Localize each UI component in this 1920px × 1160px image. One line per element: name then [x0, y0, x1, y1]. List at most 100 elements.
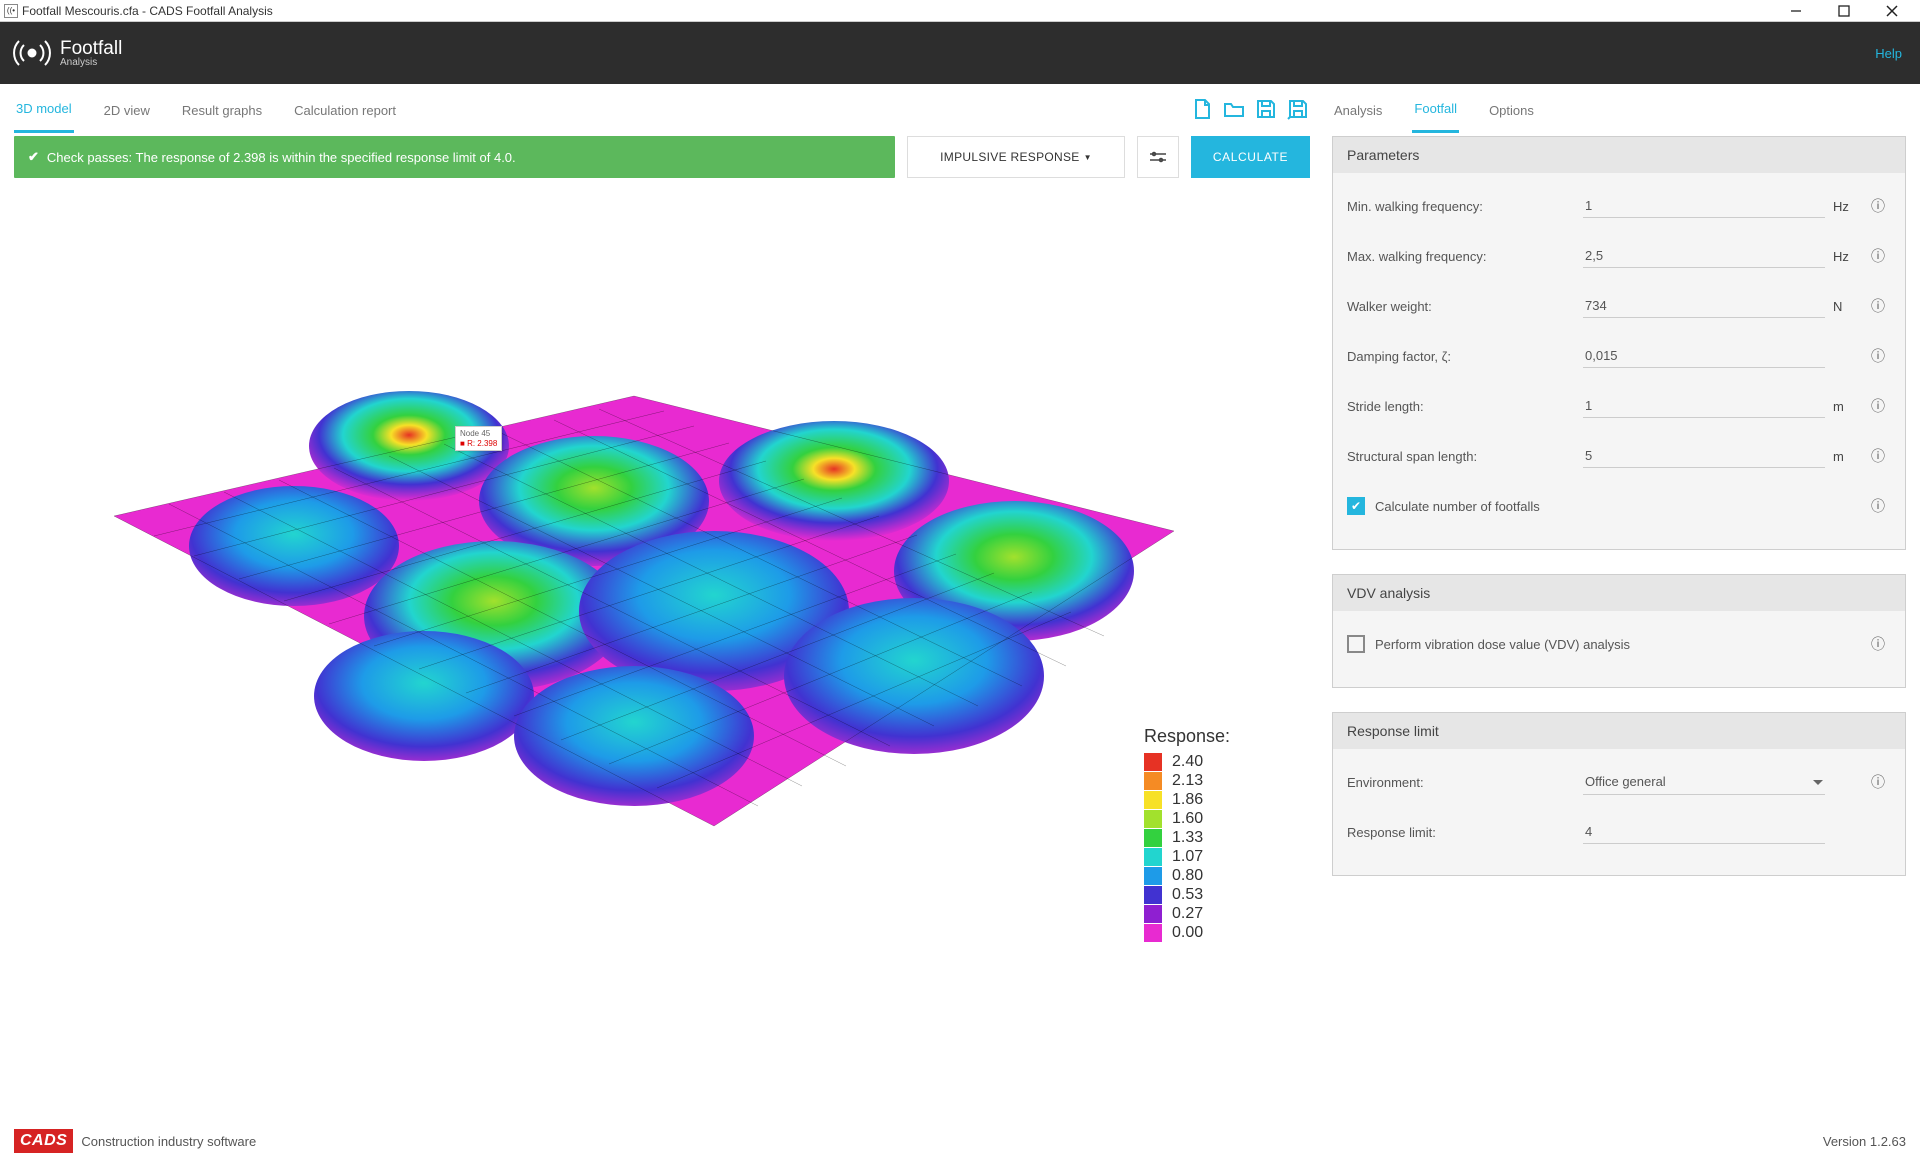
tab-calculation-report[interactable]: Calculation report	[292, 89, 398, 132]
tab-options[interactable]: Options	[1487, 89, 1536, 132]
legend-row: 1.33	[1144, 829, 1230, 847]
response-limit-row: Response limit: 4	[1347, 807, 1891, 857]
param-input[interactable]: 2,5	[1583, 244, 1825, 268]
tab-2d-view[interactable]: 2D view	[102, 89, 152, 132]
mesh-surface	[74, 336, 1214, 896]
vdv-title: VDV analysis	[1333, 575, 1905, 611]
param-label: Structural span length:	[1347, 449, 1583, 464]
legend-swatch	[1144, 867, 1162, 885]
param-input[interactable]: 1	[1583, 394, 1825, 418]
param-input[interactable]: 1	[1583, 194, 1825, 218]
tab-result-graphs[interactable]: Result graphs	[180, 89, 264, 132]
legend-row: 0.53	[1144, 886, 1230, 904]
param-row: Max. walking frequency:2,5Hz	[1347, 231, 1891, 281]
info-icon[interactable]	[1865, 196, 1891, 216]
3d-viewport[interactable]: Node 45 ■ R: 2.398 Response: 2.402.131.8…	[14, 186, 1310, 1122]
environment-select[interactable]: Office general	[1583, 770, 1825, 795]
legend-swatch	[1144, 829, 1162, 847]
param-label: Walker weight:	[1347, 299, 1583, 314]
color-legend: Response: 2.402.131.861.601.331.070.800.…	[1144, 726, 1230, 943]
param-label: Max. walking frequency:	[1347, 249, 1583, 264]
param-input[interactable]: 5	[1583, 444, 1825, 468]
status-text: Check passes: The response of 2.398 is w…	[47, 150, 516, 165]
info-icon[interactable]	[1865, 496, 1891, 516]
info-icon[interactable]	[1865, 772, 1891, 792]
environment-label: Environment:	[1347, 775, 1583, 790]
open-file-icon[interactable]	[1222, 96, 1246, 125]
version-label: Version 1.2.63	[1823, 1134, 1906, 1149]
legend-swatch	[1144, 791, 1162, 809]
legend-row: 2.13	[1144, 772, 1230, 790]
tab-footfall[interactable]: Footfall	[1412, 87, 1459, 133]
param-unit: Hz	[1825, 199, 1865, 214]
legend-value: 1.60	[1172, 810, 1203, 828]
status-banner: ✔ Check passes: The response of 2.398 is…	[14, 136, 895, 178]
cads-logo: CADS	[14, 1129, 73, 1153]
legend-row: 1.07	[1144, 848, 1230, 866]
legend-swatch	[1144, 924, 1162, 942]
calculate-footfalls-label: Calculate number of footfalls	[1375, 499, 1865, 514]
legend-value: 0.53	[1172, 886, 1203, 904]
node-tooltip: Node 45 ■ R: 2.398	[455, 426, 502, 451]
info-icon[interactable]	[1865, 446, 1891, 466]
window-titlebar: ((• Footfall Mescouris.cfa - CADS Footfa…	[0, 0, 1920, 22]
legend-value: 1.07	[1172, 848, 1203, 866]
footer-tagline: Construction industry software	[81, 1134, 256, 1149]
legend-value: 1.33	[1172, 829, 1203, 847]
calculate-button[interactable]: CALCULATE	[1191, 136, 1310, 178]
close-button[interactable]	[1868, 0, 1916, 22]
view-settings-button[interactable]	[1137, 136, 1179, 178]
info-icon[interactable]	[1865, 634, 1891, 654]
minimize-button[interactable]	[1772, 0, 1820, 22]
save-as-icon[interactable]	[1286, 96, 1310, 125]
param-label: Damping factor, ζ:	[1347, 349, 1583, 364]
parameters-panel: Parameters Min. walking frequency:1HzMax…	[1332, 136, 1906, 550]
info-icon[interactable]	[1865, 396, 1891, 416]
legend-swatch	[1144, 810, 1162, 828]
response-type-dropdown[interactable]: IMPULSIVE RESPONSE▼	[907, 136, 1125, 178]
tab-analysis[interactable]: Analysis	[1332, 89, 1384, 132]
tab-3d-model[interactable]: 3D model	[14, 87, 74, 133]
legend-swatch	[1144, 753, 1162, 771]
app-name: Footfall	[60, 39, 122, 58]
calculate-footfalls-row: ✔ Calculate number of footfalls	[1347, 481, 1891, 531]
legend-value: 1.86	[1172, 791, 1203, 809]
legend-row: 1.60	[1144, 810, 1230, 828]
new-file-icon[interactable]	[1190, 96, 1214, 125]
response-limit-panel: Response limit Environment: Office gener…	[1332, 712, 1906, 876]
right-tabs: Analysis Footfall Options	[1332, 84, 1906, 136]
maximize-button[interactable]	[1820, 0, 1868, 22]
app-header: Footfall Analysis Help	[0, 22, 1920, 84]
vdv-label: Perform vibration dose value (VDV) analy…	[1375, 637, 1865, 652]
info-icon[interactable]	[1865, 246, 1891, 266]
legend-value: 2.13	[1172, 772, 1203, 790]
info-icon[interactable]	[1865, 296, 1891, 316]
param-row: Walker weight:734N	[1347, 281, 1891, 331]
vdv-checkbox[interactable]	[1347, 635, 1365, 653]
legend-swatch	[1144, 886, 1162, 904]
legend-swatch	[1144, 848, 1162, 866]
app-sub: Analysis	[60, 58, 122, 68]
legend-row: 0.80	[1144, 867, 1230, 885]
vdv-panel: VDV analysis Perform vibration dose valu…	[1332, 574, 1906, 688]
legend-row: 2.40	[1144, 753, 1230, 771]
info-icon[interactable]	[1865, 346, 1891, 366]
window-title: Footfall Mescouris.cfa - CADS Footfall A…	[22, 4, 273, 18]
param-row: Damping factor, ζ:0,015	[1347, 331, 1891, 381]
calculate-footfalls-checkbox[interactable]: ✔	[1347, 497, 1365, 515]
save-file-icon[interactable]	[1254, 96, 1278, 125]
help-link[interactable]: Help	[1875, 46, 1902, 61]
legend-value: 0.27	[1172, 905, 1203, 923]
param-input[interactable]: 0,015	[1583, 344, 1825, 368]
legend-row: 1.86	[1144, 791, 1230, 809]
legend-swatch	[1144, 905, 1162, 923]
param-row: Min. walking frequency:1Hz	[1347, 181, 1891, 231]
param-input[interactable]: 734	[1583, 294, 1825, 318]
parameters-title: Parameters	[1333, 137, 1905, 173]
response-limit-title: Response limit	[1333, 713, 1905, 749]
legend-row: 0.00	[1144, 924, 1230, 942]
param-label: Stride length:	[1347, 399, 1583, 414]
app-logo: Footfall Analysis	[12, 33, 122, 73]
response-limit-input[interactable]: 4	[1583, 820, 1825, 844]
param-row: Structural span length:5m	[1347, 431, 1891, 481]
